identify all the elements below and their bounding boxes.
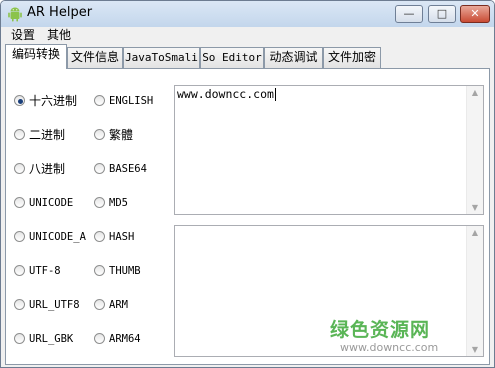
radio-label: 十六进制	[29, 94, 78, 108]
watermark-url: www.downcc.com	[340, 341, 439, 354]
text-caret	[274, 88, 276, 101]
tab-encoding-convert[interactable]: 编码转换	[5, 44, 67, 69]
radio-label: 八进制	[29, 162, 66, 176]
radio-label: UTF-8	[29, 265, 61, 277]
title-bar: AR Helper — □ ✕	[1, 1, 494, 27]
radio-label: UNICODE_A	[29, 231, 86, 243]
radio-label: UNICODE	[29, 197, 74, 209]
scroll-down-icon[interactable]: ▼	[467, 345, 483, 354]
tab-java-to-smali[interactable]: JavaToSmali	[123, 47, 200, 68]
menu-settings[interactable]: 设置	[11, 27, 35, 43]
close-icon: ✕	[470, 7, 480, 20]
tab-file-encrypt[interactable]: 文件加密	[323, 47, 381, 68]
maximize-button[interactable]: □	[428, 5, 456, 23]
radio-label: MD5	[109, 197, 128, 209]
radio-label: ARM64	[109, 333, 141, 345]
radio-label: THUMB	[109, 265, 141, 277]
radio-label: 繁體	[109, 128, 134, 142]
input-textbox[interactable]: www.downcc.com ▲ ▼	[174, 85, 484, 215]
menu-bar: 设置 其他	[1, 27, 494, 43]
radio-label: URL_UTF8	[29, 299, 80, 311]
maximize-icon: □	[436, 7, 448, 20]
scroll-down-icon[interactable]: ▼	[467, 203, 483, 212]
input-scrollbar[interactable]: ▲ ▼	[466, 86, 483, 214]
menu-other[interactable]: 其他	[47, 27, 71, 43]
radio-label: URL_GBK	[29, 333, 74, 345]
tab-dynamic-debug[interactable]: 动态调试	[264, 47, 323, 68]
android-icon	[8, 7, 22, 22]
close-button[interactable]: ✕	[460, 5, 490, 23]
radio-label: HASH	[109, 231, 135, 243]
scroll-up-icon[interactable]: ▲	[467, 88, 483, 97]
window-title: AR Helper	[27, 5, 93, 20]
tab-so-editor[interactable]: So Editor	[200, 47, 264, 68]
radio-label: ARM	[109, 299, 128, 311]
output-textbox[interactable]: ▲ ▼	[174, 225, 484, 357]
minimize-icon: —	[403, 7, 415, 20]
watermark-title: 绿色资源网	[330, 319, 431, 341]
input-text: www.downcc.com	[177, 87, 274, 101]
radio-label: ENGLISH	[109, 95, 154, 107]
app-window: AR Helper — □ ✕ 设置 其他 编码转换 文件信息 JavaToSm…	[0, 0, 495, 368]
radio-label: BASE64	[109, 163, 147, 175]
minimize-button[interactable]: —	[395, 5, 423, 23]
radio-selected-dot	[18, 99, 23, 104]
scroll-up-icon[interactable]: ▲	[467, 228, 483, 237]
tab-file-info[interactable]: 文件信息	[67, 47, 123, 68]
output-scrollbar[interactable]: ▲ ▼	[466, 226, 483, 356]
radio-label: 二进制	[29, 128, 66, 142]
